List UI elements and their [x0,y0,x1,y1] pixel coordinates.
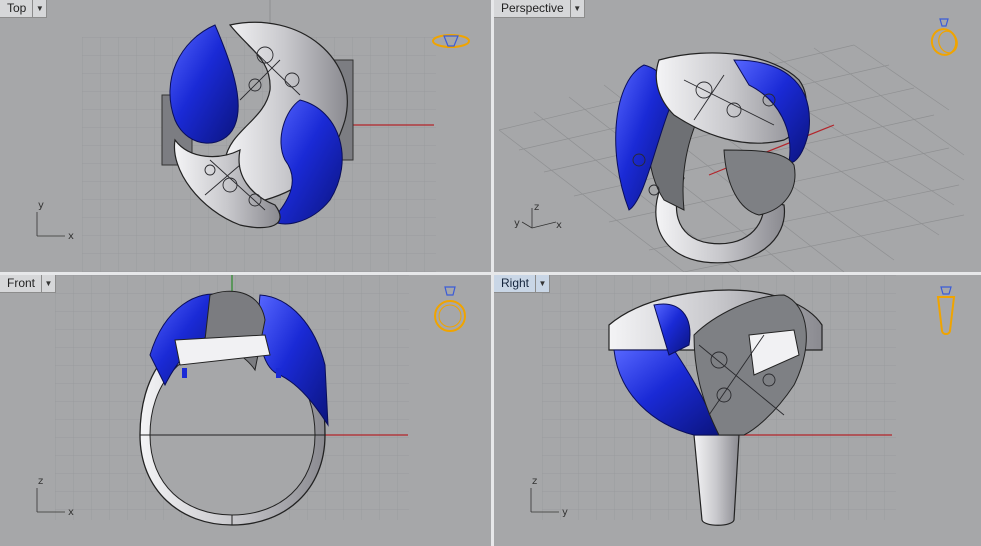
ring-top-view-icon[interactable] [430,28,472,56]
ring-side-view-icon[interactable] [931,283,961,337]
viewport-title-perspective[interactable]: Perspective ▼ [494,0,585,18]
right-view-scene: y z [530,275,896,526]
axis-label-z: z [38,476,43,487]
viewport-front[interactable]: Front ▼ x z [0,275,491,546]
chevron-down-icon[interactable]: ▼ [41,275,55,292]
axis-label-x: x [68,507,74,518]
viewport-top[interactable]: Top ▼ x y [0,0,491,272]
ring-perspective-model [615,52,810,264]
axis-label-y: y [562,507,568,518]
axis-label-y: y [38,200,44,211]
ring-front-view-icon[interactable] [430,283,470,335]
front-view-scene: x z [36,275,409,526]
viewport-layout: Top ▼ x y Perspective ▼ x y z Front ▼ x … [0,0,981,546]
chevron-down-icon[interactable]: ▼ [535,275,549,292]
chevron-down-icon[interactable]: ▼ [32,0,46,17]
perspective-scene: x y z [498,44,965,272]
ring-front-model [139,290,329,526]
viewport-title-top[interactable]: Top ▼ [0,0,48,18]
viewport-title-right[interactable]: Right ▼ [494,275,551,293]
axis-label-x: x [556,220,562,231]
axis-label-z: z [532,476,537,487]
axis-label-x: x [68,231,74,242]
axis-label-y: y [514,218,520,229]
top-view-scene: x y [36,0,436,272]
viewport-right[interactable]: Right ▼ y z [494,275,981,546]
chevron-down-icon[interactable]: ▼ [569,0,584,17]
viewport-title-front[interactable]: Front ▼ [0,275,57,293]
axis-label-z: z [534,202,539,213]
ring-perspective-icon[interactable] [924,12,964,58]
viewport-divider-horizontal[interactable] [0,272,981,275]
viewport-perspective[interactable]: Perspective ▼ x y z [494,0,981,272]
